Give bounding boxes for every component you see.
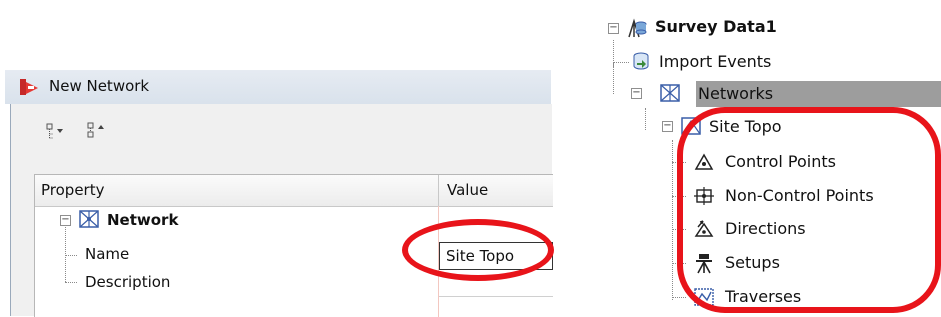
- collapse-survey-toggle[interactable]: −: [608, 23, 619, 34]
- tree-line: [672, 140, 673, 300]
- dialog-client-area: Property Value − Network Name Descriptio…: [10, 104, 553, 317]
- tree-root-survey[interactable]: Survey Data1: [655, 17, 777, 36]
- tree-item-import-events[interactable]: Import Events: [659, 52, 771, 71]
- value-column-header[interactable]: Value: [447, 181, 488, 199]
- survey-database-icon: [628, 18, 647, 38]
- tree-line: [65, 282, 77, 283]
- tree-line: [613, 62, 629, 63]
- survey-tree: − Survey Data1 Import Events − Networks …: [590, 0, 941, 316]
- name-property-label[interactable]: Name: [85, 245, 129, 263]
- tree-line: [613, 62, 614, 94]
- grid-header: Property Value: [35, 175, 553, 207]
- categorized-sort-icon[interactable]: [43, 120, 67, 144]
- collapse-site-topo-toggle[interactable]: −: [662, 121, 673, 132]
- collapse-networks-toggle[interactable]: −: [631, 88, 642, 99]
- category-network[interactable]: Network: [107, 211, 178, 229]
- collapse-network-toggle[interactable]: −: [60, 215, 71, 226]
- column-separator[interactable]: [438, 175, 439, 206]
- tree-line: [672, 297, 686, 298]
- tree-item-networks[interactable]: Networks: [698, 84, 773, 103]
- import-events-icon: [633, 52, 649, 70]
- alphabetical-sort-icon[interactable]: [84, 120, 108, 144]
- row-divider: [439, 296, 553, 297]
- highlight-ellipse-children: [677, 107, 941, 313]
- tree-line: [65, 255, 77, 256]
- networks-icon: [660, 84, 680, 102]
- app-icon: [20, 79, 38, 95]
- tree-line: [645, 108, 646, 130]
- dialog-title: New Network: [49, 77, 150, 95]
- tree-line: [65, 224, 66, 282]
- property-column-header[interactable]: Property: [41, 181, 104, 199]
- description-property-label[interactable]: Description: [85, 273, 170, 291]
- dialog-titlebar[interactable]: New Network: [5, 70, 551, 104]
- highlight-ellipse-name: [402, 219, 554, 281]
- network-icon: [79, 210, 99, 228]
